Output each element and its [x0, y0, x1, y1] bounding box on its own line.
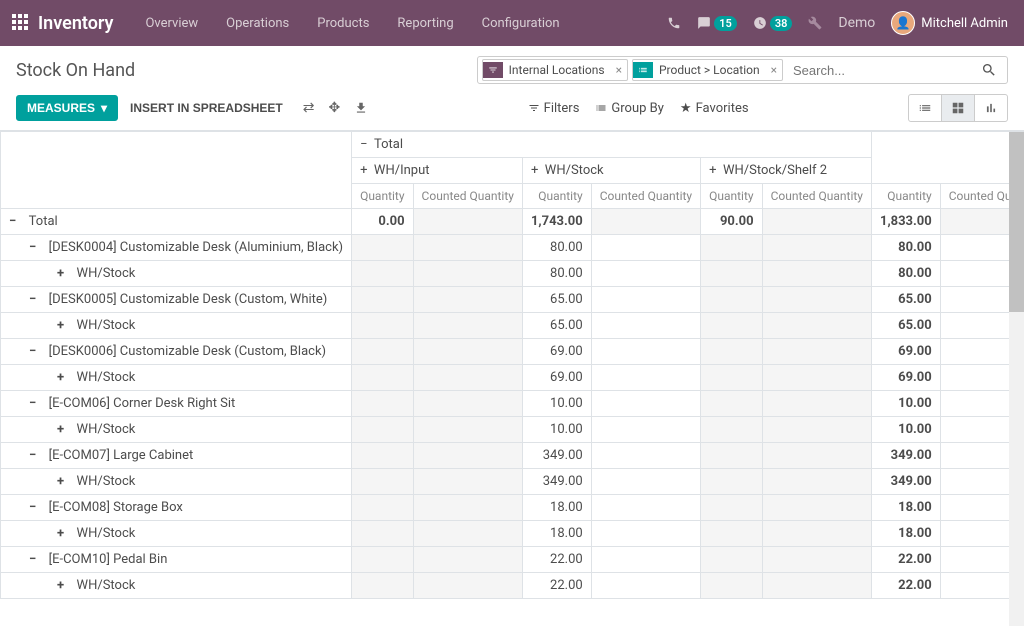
- col-wh-shelf2[interactable]: + WH/Stock/Shelf 2: [701, 158, 872, 184]
- measures-button[interactable]: MEASURES▾: [16, 95, 118, 121]
- nav-operations[interactable]: Operations: [212, 16, 303, 31]
- activities-badge: 38: [770, 16, 793, 31]
- main-navbar: Inventory Overview Operations Products R…: [0, 0, 1024, 46]
- row-header[interactable]: + WH/Stock: [1, 365, 352, 391]
- filter-icon: [483, 62, 503, 78]
- debug-icon[interactable]: [800, 16, 830, 30]
- demo-label[interactable]: Demo: [830, 15, 883, 31]
- row-header[interactable]: + WH/Stock: [1, 417, 352, 443]
- groupby-icon: [633, 62, 653, 78]
- facet-close[interactable]: ×: [766, 63, 782, 77]
- view-switcher: [908, 94, 1008, 122]
- measure-counted[interactable]: Counted Quantity: [591, 184, 700, 209]
- measure-quantity[interactable]: Quantity: [522, 184, 591, 209]
- row-header[interactable]: + WH/Stock: [1, 261, 352, 287]
- user-name: Mitchell Admin: [921, 16, 1008, 31]
- row-header[interactable]: − [DESK0006] Customizable Desk (Custom, …: [1, 339, 352, 365]
- search-icon[interactable]: [975, 62, 1003, 78]
- row-header[interactable]: − [DESK0005] Customizable Desk (Custom, …: [1, 287, 352, 313]
- favorites-dropdown[interactable]: ★ Favorites: [680, 101, 749, 116]
- facet-close[interactable]: ×: [611, 63, 627, 77]
- view-graph-icon[interactable]: [975, 95, 1007, 121]
- view-pivot-icon[interactable]: [942, 95, 975, 121]
- row-header[interactable]: − [E-COM06] Corner Desk Right Sit: [1, 391, 352, 417]
- measure-counted[interactable]: Counted Quantity: [413, 184, 522, 209]
- phone-icon[interactable]: [659, 16, 689, 30]
- insert-spreadsheet-button[interactable]: INSERT IN SPREADSHEET: [118, 96, 295, 120]
- row-header[interactable]: + WH/Stock: [1, 521, 352, 547]
- nav-products[interactable]: Products: [303, 16, 383, 31]
- nav-configuration[interactable]: Configuration: [468, 16, 574, 31]
- measure-counted[interactable]: Counted Quantity: [762, 184, 871, 209]
- measure-quantity[interactable]: Quantity: [701, 184, 762, 209]
- row-header[interactable]: − [DESK0004] Customizable Desk (Aluminiu…: [1, 235, 352, 261]
- view-list-icon[interactable]: [909, 95, 942, 121]
- row-header[interactable]: − [E-COM07] Large Cabinet: [1, 443, 352, 469]
- row-total[interactable]: − Total: [1, 209, 352, 235]
- download-icon[interactable]: [354, 100, 368, 116]
- col-wh-stock[interactable]: + WH/Stock: [522, 158, 700, 184]
- filters-dropdown[interactable]: Filters: [528, 101, 580, 116]
- app-brand[interactable]: Inventory: [38, 13, 113, 34]
- messages-icon[interactable]: 15: [689, 16, 745, 31]
- list-icon: [595, 102, 607, 114]
- scrollbar-thumb[interactable]: [1009, 132, 1024, 312]
- caret-down-icon: ▾: [101, 101, 107, 115]
- col-total[interactable]: − Total: [352, 132, 872, 158]
- pivot-table: − Total + WH/Input + WH/Stock + WH/Stock…: [0, 131, 1024, 599]
- groupby-dropdown[interactable]: Group By: [595, 101, 664, 116]
- measure-quantity[interactable]: Quantity: [871, 184, 940, 209]
- measure-quantity[interactable]: Quantity: [352, 184, 413, 209]
- user-menu[interactable]: 👤 Mitchell Admin: [883, 11, 1016, 35]
- expand-all-icon[interactable]: ✥: [328, 100, 340, 116]
- col-wh-input[interactable]: + WH/Input: [352, 158, 523, 184]
- row-header[interactable]: − [E-COM08] Storage Box: [1, 495, 352, 521]
- control-panel: Stock On Hand Internal Locations × Produ…: [0, 46, 1024, 131]
- search-input[interactable]: [787, 60, 975, 81]
- page-title: Stock On Hand: [16, 60, 135, 81]
- flip-axis-icon[interactable]: ⇄: [303, 100, 315, 116]
- messages-badge: 15: [714, 16, 737, 31]
- activities-icon[interactable]: 38: [745, 16, 801, 31]
- facet-product-location: Product > Location ×: [632, 59, 783, 81]
- avatar: 👤: [891, 11, 915, 35]
- row-header[interactable]: + WH/Stock: [1, 313, 352, 339]
- row-header[interactable]: + WH/Stock: [1, 469, 352, 495]
- star-icon: ★: [680, 101, 692, 116]
- nav-overview[interactable]: Overview: [131, 16, 212, 31]
- filter-icon: [528, 102, 540, 114]
- apps-icon[interactable]: [12, 14, 30, 32]
- facet-internal-locations: Internal Locations ×: [482, 59, 628, 81]
- pivot-area: − Total + WH/Input + WH/Stock + WH/Stock…: [0, 131, 1024, 625]
- row-header[interactable]: + WH/Stock: [1, 573, 352, 599]
- vertical-scrollbar[interactable]: [1009, 132, 1024, 626]
- search-bar[interactable]: Internal Locations × Product > Location …: [477, 56, 1008, 84]
- nav-reporting[interactable]: Reporting: [383, 16, 467, 31]
- row-header[interactable]: − [E-COM10] Pedal Bin: [1, 547, 352, 573]
